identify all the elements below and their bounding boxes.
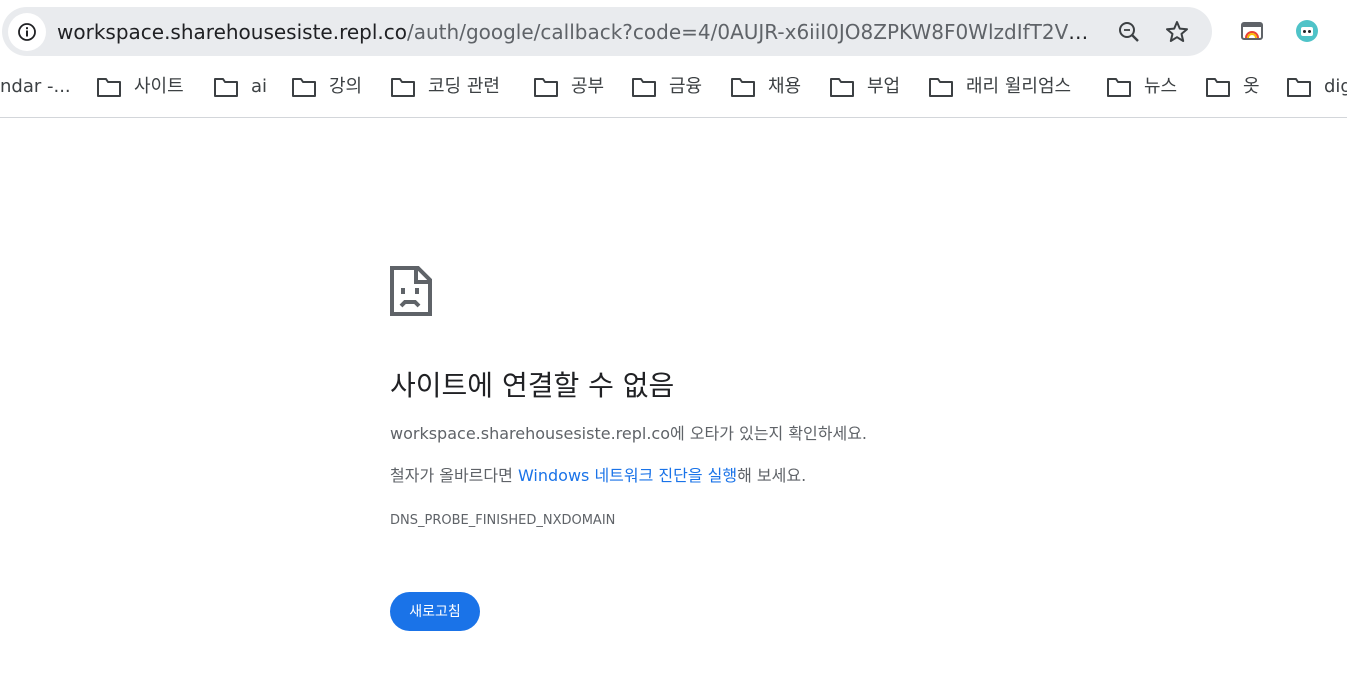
url-host: workspace.sharehousesiste.repl.co	[57, 20, 408, 44]
folder-icon	[731, 78, 755, 97]
extension-icon	[1296, 20, 1318, 42]
folder-icon	[830, 78, 854, 97]
error-host: workspace.sharehousesiste.repl.co	[390, 424, 671, 443]
info-icon	[18, 23, 36, 41]
bookmark-label: 래리 윌리엄스	[966, 76, 1072, 97]
typo-hint: workspace.sharehousesiste.repl.co에 오타가 있…	[390, 424, 867, 444]
folder-icon	[1206, 78, 1230, 97]
folder-icon	[1107, 78, 1131, 97]
bookmarks-bar: ndar -... 사이트 ai 강의 코딩 관련 공부 금융 채용 부업 래리…	[0, 62, 1347, 118]
star-icon	[1166, 21, 1188, 42]
extension-icon	[1241, 22, 1263, 40]
folder-icon	[97, 78, 121, 97]
error-code: DNS_PROBE_FINISHED_NXDOMAIN	[390, 513, 616, 528]
typo-hint-text: 에 오타가 있는지 확인하세요.	[670, 424, 867, 443]
bookmark-label: 금융	[669, 76, 703, 97]
browser-toolbar: workspace.sharehousesiste.repl.co/auth/g…	[0, 0, 1347, 62]
zoom-button[interactable]	[1116, 19, 1142, 45]
bookmark-label: 뉴스	[1144, 76, 1178, 97]
diagnostics-hint: 철자가 올바르다면 Windows 네트워크 진단을 실행해 보세요.	[390, 466, 806, 486]
url-text[interactable]: workspace.sharehousesiste.repl.co/auth/g…	[57, 19, 1097, 45]
sad-page-icon	[390, 266, 432, 316]
error-heading: 사이트에 연결할 수 없음	[390, 369, 675, 402]
url-path: /auth/google/callback?code=4/0AUJR-x6iiI…	[407, 20, 1097, 44]
bookmark-label: 채용	[768, 76, 802, 97]
address-bar[interactable]: workspace.sharehousesiste.repl.co/auth/g…	[2, 7, 1212, 56]
folder-icon	[391, 78, 415, 97]
reload-button[interactable]: 새로고침	[390, 592, 480, 631]
bookmark-label: ai	[251, 76, 268, 97]
diagnostics-suffix: 해 보세요.	[737, 466, 807, 485]
folder-icon	[1287, 78, 1311, 97]
bookmark-label: ndar -...	[0, 76, 71, 97]
bookmark-label: 옷	[1243, 76, 1260, 97]
extension-button-1[interactable]	[1239, 18, 1265, 44]
folder-icon	[929, 78, 953, 97]
network-diagnostics-link[interactable]: Windows 네트워크 진단을 실행	[518, 466, 737, 485]
zoom-icon	[1119, 22, 1139, 42]
extension-button-2[interactable]	[1294, 18, 1320, 44]
bookmark-label: 강의	[329, 76, 363, 97]
bookmark-label: 공부	[571, 76, 605, 97]
folder-icon	[534, 78, 558, 97]
diagnostics-prefix: 철자가 올바르다면	[390, 466, 518, 485]
bookmark-label: 사이트	[134, 76, 184, 97]
folder-icon	[214, 78, 238, 97]
bookmark-star-button[interactable]	[1164, 19, 1190, 45]
bookmark-label: dig	[1324, 76, 1347, 97]
folder-icon	[632, 78, 656, 97]
folder-icon	[292, 78, 316, 97]
site-info-button[interactable]	[8, 13, 46, 51]
bookmark-label: 부업	[867, 76, 901, 97]
bookmark-label: 코딩 관련	[428, 76, 500, 97]
